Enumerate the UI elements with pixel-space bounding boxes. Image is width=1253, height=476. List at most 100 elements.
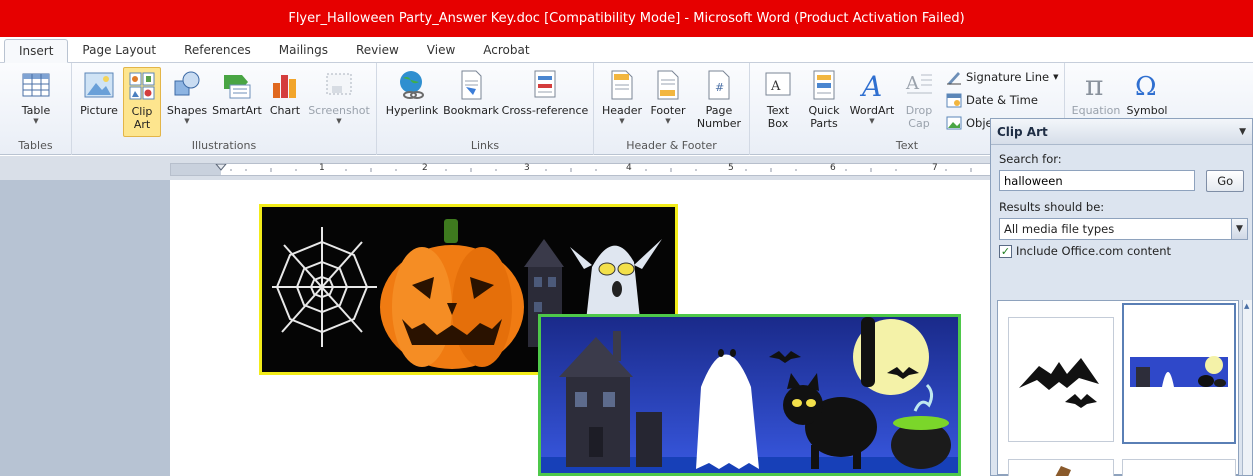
bookmark-button[interactable]: Bookmark xyxy=(443,67,499,137)
chart-icon xyxy=(270,69,300,101)
cross-reference-button[interactable]: Cross-reference xyxy=(501,67,589,137)
halloween-scene-2 xyxy=(541,317,958,473)
include-office-checkbox[interactable]: ✓ xyxy=(999,244,1012,258)
wordart-label: WordArt xyxy=(849,104,895,117)
clip-art-result-3[interactable] xyxy=(1008,459,1114,476)
signature-line-button[interactable]: Signature Line ▼ xyxy=(946,67,1059,87)
tab-review[interactable]: Review xyxy=(342,38,413,62)
ruler-number: 1 xyxy=(319,163,325,173)
screenshot-label: Screenshot xyxy=(308,104,370,117)
wordart-button[interactable]: A WordArt ▼ xyxy=(847,67,897,137)
drop-cap-icon: A xyxy=(904,69,934,101)
picture-label: Picture xyxy=(80,104,118,117)
chart-label: Chart xyxy=(269,104,301,117)
text-box-label-1: Text xyxy=(766,104,790,117)
include-office-row: ✓ Include Office.com content xyxy=(999,244,1244,258)
search-input[interactable] xyxy=(999,170,1196,191)
include-office-label: Include Office.com content xyxy=(1016,244,1171,258)
illustrations-group-label: Illustrations xyxy=(191,139,257,152)
clip-art-results xyxy=(997,300,1239,476)
clip-art-result-bats[interactable] xyxy=(1008,317,1114,442)
footer-icon xyxy=(653,69,683,101)
illustrations-group: Picture Clip Art Shapes ▼ SmartArt Chart… xyxy=(72,63,377,155)
chevron-down-icon: ▼ xyxy=(33,117,39,125)
equation-label: Equation xyxy=(1071,104,1121,117)
picture-icon xyxy=(84,69,114,101)
text-box-label-2: Box xyxy=(767,117,789,130)
media-type-select[interactable]: All media file types ▼ xyxy=(999,218,1248,240)
clip-art-pane: Clip Art ▼ Search for: Go Results should… xyxy=(990,118,1253,476)
date-time-label: Date & Time xyxy=(966,93,1038,107)
object-icon xyxy=(946,115,962,131)
shapes-label: Shapes xyxy=(166,104,208,117)
tab-mailings[interactable]: Mailings xyxy=(265,38,342,62)
page-number-button[interactable]: # Page Number xyxy=(694,67,744,137)
tab-page-layout[interactable]: Page Layout xyxy=(68,38,170,62)
svg-text:A: A xyxy=(770,79,781,94)
horizontal-ruler[interactable]: 1 2 3 4 5 6 7 xyxy=(170,163,995,176)
page-number-label-2: Number xyxy=(696,117,742,130)
tab-acrobat[interactable]: Acrobat xyxy=(469,38,543,62)
results-scrollbar[interactable]: ▲ xyxy=(1242,300,1252,475)
object-button[interactable]: Obje xyxy=(946,113,993,133)
chevron-down-icon: ▼ xyxy=(869,117,875,125)
clip-art-label-1: Clip xyxy=(131,105,153,118)
page-number-label-1: Page xyxy=(705,104,733,117)
picture-button[interactable]: Picture xyxy=(76,67,122,137)
date-time-button[interactable]: Date & Time xyxy=(946,90,1038,110)
bookmark-label: Bookmark xyxy=(443,104,499,117)
tables-group-label: Tables xyxy=(18,139,53,152)
quick-parts-icon xyxy=(809,69,839,101)
header-footer-group-label: Header & Footer xyxy=(626,139,717,152)
text-box-button[interactable]: A Text Box xyxy=(758,67,798,137)
shapes-button[interactable]: Shapes ▼ xyxy=(165,67,209,137)
table-button[interactable]: Table ▼ xyxy=(14,67,58,137)
results-should-be-label: Results should be: xyxy=(999,200,1105,214)
window-title: Flyer_Halloween Party_Answer Key.doc [Co… xyxy=(288,11,965,26)
drop-cap-button[interactable]: A Drop Cap xyxy=(900,67,938,137)
shapes-icon xyxy=(172,69,202,101)
signature-pen-icon xyxy=(946,69,962,85)
ruler-ticks xyxy=(171,164,972,175)
bat-icon xyxy=(1019,358,1099,408)
quick-parts-button[interactable]: Quick Parts xyxy=(802,67,846,137)
smartart-button[interactable]: SmartArt xyxy=(211,67,263,137)
header-icon xyxy=(607,69,637,101)
text-box-icon: A xyxy=(763,69,793,101)
header-label: Header xyxy=(601,104,643,117)
clip-art-icon xyxy=(127,70,157,102)
tab-references[interactable]: References xyxy=(170,38,265,62)
clip-art-pane-header: Clip Art ▼ xyxy=(991,119,1252,145)
search-for-label: Search for: xyxy=(999,152,1062,166)
symbol-label: Symbol xyxy=(1126,104,1168,117)
halloween-clipart-image-2[interactable] xyxy=(538,314,961,476)
object-label: Obje xyxy=(966,116,993,130)
tab-insert[interactable]: Insert xyxy=(4,39,69,63)
hyperlink-button[interactable]: Hyperlink xyxy=(385,67,439,137)
links-group: Hyperlink Bookmark Cross-reference Links xyxy=(377,63,594,155)
media-type-value: All media file types xyxy=(1004,222,1115,236)
cross-reference-label: Cross-reference xyxy=(501,104,589,117)
chevron-down-icon[interactable]: ▼ xyxy=(1231,219,1247,239)
clip-art-button[interactable]: Clip Art xyxy=(123,67,161,137)
ruler-number: 4 xyxy=(626,163,632,173)
pane-options-chevron-down-icon[interactable]: ▼ xyxy=(1239,127,1246,137)
screenshot-icon xyxy=(324,69,354,101)
quick-parts-label-1: Quick xyxy=(808,104,840,117)
go-button[interactable]: Go xyxy=(1206,170,1244,192)
chevron-down-icon: ▼ xyxy=(665,117,671,125)
chart-button[interactable]: Chart xyxy=(266,67,304,137)
header-button[interactable]: Header ▼ xyxy=(600,67,644,137)
ruler-number: 5 xyxy=(728,163,734,173)
footer-button[interactable]: Footer ▼ xyxy=(646,67,690,137)
screenshot-button[interactable]: Screenshot ▼ xyxy=(307,67,371,137)
tab-view[interactable]: View xyxy=(413,38,469,62)
bookmark-icon xyxy=(456,69,486,101)
globe-link-icon xyxy=(397,69,427,101)
clip-art-result-halloween-banner[interactable] xyxy=(1122,303,1236,444)
clip-art-result-4[interactable] xyxy=(1122,459,1236,476)
hyperlink-label: Hyperlink xyxy=(385,104,439,117)
scroll-up-arrow-icon[interactable]: ▲ xyxy=(1244,302,1249,310)
drop-cap-label-1: Drop xyxy=(905,104,933,117)
clip-art-label-2: Art xyxy=(133,118,151,131)
